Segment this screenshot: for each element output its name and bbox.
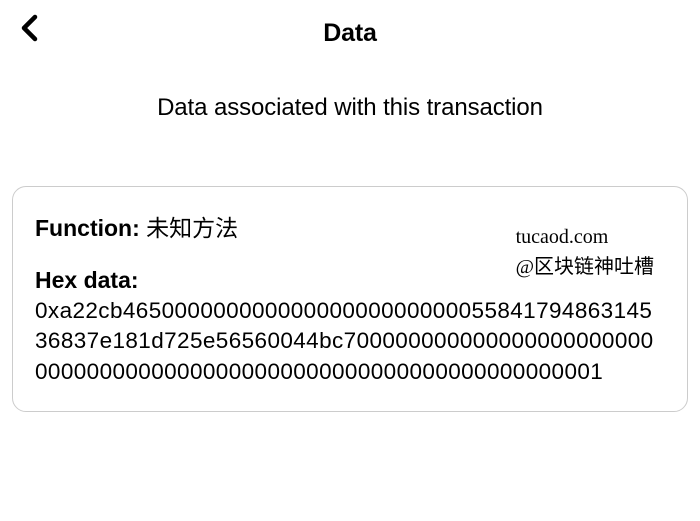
hex-data-value: 0xa22cb465000000000000000000000000558417… [35,296,665,387]
function-row: Function: 未知方法 [35,209,665,243]
chevron-left-icon [20,14,40,42]
data-card: Function: 未知方法 Hex data: 0xa22cb46500000… [12,186,688,412]
page-subtitle: Data associated with this transaction [0,94,700,122]
function-label: Function: [35,215,140,241]
page-title: Data [20,19,680,48]
back-button[interactable] [16,14,44,42]
header: Data [0,0,700,60]
hex-data-label: Hex data: [35,267,665,294]
function-value: 未知方法 [146,215,238,241]
